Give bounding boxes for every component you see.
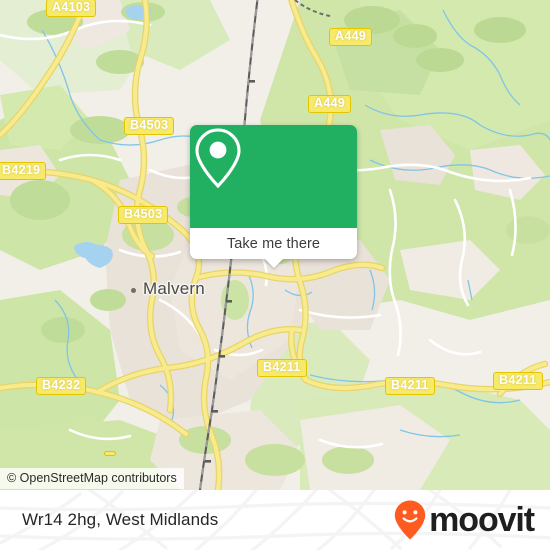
road-shield-a449-south: A449 xyxy=(308,95,352,113)
destination-callout[interactable]: Take me there xyxy=(190,125,357,268)
road-shield-b4211-west: B4211 xyxy=(257,359,307,377)
road-shield-b4503-north: B4503 xyxy=(124,117,175,135)
moovit-map-screenshot: Malvern A4103 A449 A449 B4503 B4219 B450… xyxy=(0,0,550,550)
road-shield-a449-north: A449 xyxy=(329,28,373,46)
footer-bar: Wr14 2hg, West Midlands moovit xyxy=(0,490,550,550)
place-marker-dot xyxy=(131,288,136,293)
road-shield-b4211-east: B4211 xyxy=(493,372,543,390)
place-label-malvern: Malvern xyxy=(143,279,205,298)
road-shield-b4232: B4232 xyxy=(36,377,87,395)
callout-cta-label: Take me there xyxy=(226,235,321,252)
road-shield-b4211-mid: B4211 xyxy=(385,377,435,395)
moovit-logo[interactable]: moovit xyxy=(393,499,535,541)
map-pin-icon xyxy=(195,128,241,189)
road-shield-b4503-south: B4503 xyxy=(118,206,169,224)
map-canvas[interactable]: Malvern A4103 A449 A449 B4503 B4219 B450… xyxy=(0,0,550,490)
road-shield-b4218 xyxy=(104,451,116,456)
callout-cta[interactable]: Take me there xyxy=(190,228,357,268)
callout-icon-area xyxy=(190,125,357,228)
moovit-smiley-pin-icon xyxy=(394,500,426,540)
moovit-wordmark: moovit xyxy=(429,501,535,539)
osm-attribution[interactable]: © OpenStreetMap contributors xyxy=(0,468,184,489)
road-shield-b4219: B4219 xyxy=(0,162,47,180)
address-label: Wr14 2hg, West Midlands xyxy=(22,510,219,529)
callout-pointer-tail xyxy=(263,258,284,268)
road-shield-a4103: A4103 xyxy=(46,0,97,17)
